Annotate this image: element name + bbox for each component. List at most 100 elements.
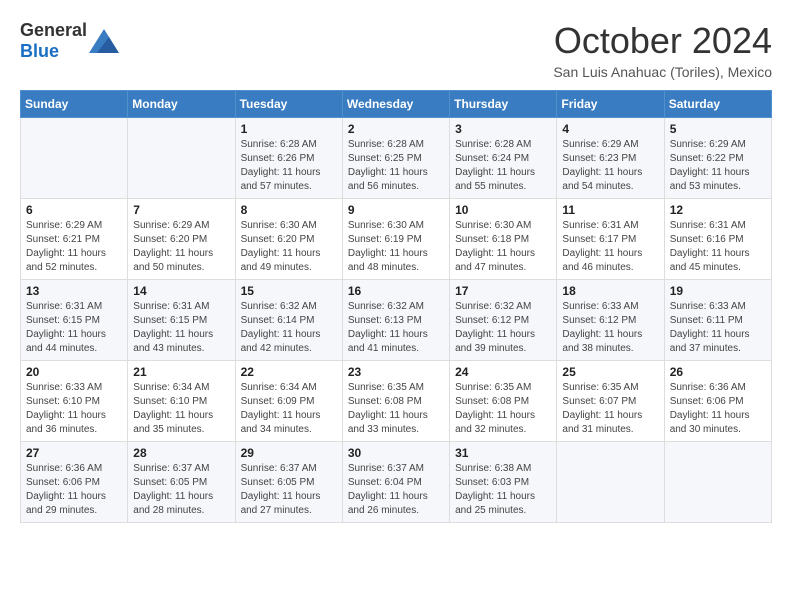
day-info: Sunrise: 6:32 AM Sunset: 6:14 PM Dayligh… [241,300,337,356]
day-info: Sunrise: 6:29 AM Sunset: 6:21 PM Dayligh… [26,219,122,275]
day-info: Sunrise: 6:37 AM Sunset: 6:05 PM Dayligh… [241,462,337,518]
calendar-cell: 21 Sunrise: 6:34 AM Sunset: 6:10 PM Dayli… [128,361,235,442]
day-info: Sunrise: 6:37 AM Sunset: 6:05 PM Dayligh… [133,462,229,518]
calendar-cell [21,118,128,199]
logo-general: General [20,20,87,40]
day-info: Sunrise: 6:34 AM Sunset: 6:10 PM Dayligh… [133,381,229,437]
calendar-cell: 17 Sunrise: 6:32 AM Sunset: 6:12 PM Dayli… [450,280,557,361]
day-number: 8 [241,203,337,217]
day-number: 14 [133,284,229,298]
calendar-header-wednesday: Wednesday [342,91,449,118]
day-info: Sunrise: 6:34 AM Sunset: 6:09 PM Dayligh… [241,381,337,437]
calendar-cell: 7 Sunrise: 6:29 AM Sunset: 6:20 PM Daylig… [128,199,235,280]
calendar-header-saturday: Saturday [664,91,771,118]
day-number: 7 [133,203,229,217]
calendar-cell: 2 Sunrise: 6:28 AM Sunset: 6:25 PM Daylig… [342,118,449,199]
calendar-cell: 6Sunrise: 6:29 AM Sunset: 6:21 PM Daylig… [21,199,128,280]
day-info: Sunrise: 6:28 AM Sunset: 6:25 PM Dayligh… [348,138,444,194]
calendar-header-monday: Monday [128,91,235,118]
calendar-cell [664,442,771,523]
day-info: Sunrise: 6:31 AM Sunset: 6:15 PM Dayligh… [26,300,122,356]
calendar-cell: 30Sunrise: 6:37 AM Sunset: 6:04 PM Dayli… [342,442,449,523]
calendar-cell: 15Sunrise: 6:32 AM Sunset: 6:14 PM Dayli… [235,280,342,361]
calendar-cell: 31Sunrise: 6:38 AM Sunset: 6:03 PM Dayli… [450,442,557,523]
calendar-header-row: SundayMondayTuesdayWednesdayThursdayFrid… [21,91,772,118]
day-number: 30 [348,446,444,460]
calendar-cell [557,442,664,523]
calendar-cell: 10 Sunrise: 6:30 AM Sunset: 6:18 PM Dayli… [450,199,557,280]
day-info: Sunrise: 6:38 AM Sunset: 6:03 PM Dayligh… [455,462,551,518]
calendar-week-row: 27 Sunrise: 6:36 AM Sunset: 6:06 PM Dayli… [21,442,772,523]
calendar-cell: 20Sunrise: 6:33 AM Sunset: 6:10 PM Dayli… [21,361,128,442]
day-info: Sunrise: 6:32 AM Sunset: 6:12 PM Dayligh… [455,300,551,356]
day-info: Sunrise: 6:29 AM Sunset: 6:23 PM Dayligh… [562,138,658,194]
day-number: 3 [455,122,551,136]
calendar-table: SundayMondayTuesdayWednesdayThursdayFrid… [20,90,772,523]
day-info: Sunrise: 6:36 AM Sunset: 6:06 PM Dayligh… [670,381,766,437]
calendar-cell: 26 Sunrise: 6:36 AM Sunset: 6:06 PM Dayli… [664,361,771,442]
calendar-cell [128,118,235,199]
calendar-cell: 24 Sunrise: 6:35 AM Sunset: 6:08 PM Dayli… [450,361,557,442]
day-number: 5 [670,122,766,136]
calendar-cell: 14 Sunrise: 6:31 AM Sunset: 6:15 PM Dayli… [128,280,235,361]
calendar-header-sunday: Sunday [21,91,128,118]
day-number: 10 [455,203,551,217]
header: General Blue October 2024 San Luis Anahu… [20,20,772,80]
day-number: 16 [348,284,444,298]
day-info: Sunrise: 6:33 AM Sunset: 6:11 PM Dayligh… [670,300,766,356]
calendar-cell: 29Sunrise: 6:37 AM Sunset: 6:05 PM Dayli… [235,442,342,523]
day-info: Sunrise: 6:30 AM Sunset: 6:18 PM Dayligh… [455,219,551,275]
day-info: Sunrise: 6:29 AM Sunset: 6:20 PM Dayligh… [133,219,229,275]
day-number: 13 [26,284,122,298]
day-info: Sunrise: 6:35 AM Sunset: 6:08 PM Dayligh… [455,381,551,437]
day-number: 9 [348,203,444,217]
calendar-cell: 16 Sunrise: 6:32 AM Sunset: 6:13 PM Dayli… [342,280,449,361]
logo: General Blue [20,20,119,62]
calendar-cell: 11Sunrise: 6:31 AM Sunset: 6:17 PM Dayli… [557,199,664,280]
calendar-header-thursday: Thursday [450,91,557,118]
day-number: 1 [241,122,337,136]
day-info: Sunrise: 6:31 AM Sunset: 6:17 PM Dayligh… [562,219,658,275]
day-number: 12 [670,203,766,217]
day-number: 18 [562,284,658,298]
day-number: 27 [26,446,122,460]
calendar-week-row: 6Sunrise: 6:29 AM Sunset: 6:21 PM Daylig… [21,199,772,280]
day-number: 17 [455,284,551,298]
day-info: Sunrise: 6:31 AM Sunset: 6:15 PM Dayligh… [133,300,229,356]
day-info: Sunrise: 6:30 AM Sunset: 6:19 PM Dayligh… [348,219,444,275]
day-info: Sunrise: 6:28 AM Sunset: 6:26 PM Dayligh… [241,138,337,194]
calendar-week-row: 1 Sunrise: 6:28 AM Sunset: 6:26 PM Daylig… [21,118,772,199]
day-number: 21 [133,365,229,379]
day-info: Sunrise: 6:35 AM Sunset: 6:07 PM Dayligh… [562,381,658,437]
day-number: 26 [670,365,766,379]
day-number: 22 [241,365,337,379]
title-area: October 2024 San Luis Anahuac (Toriles),… [553,20,772,80]
day-info: Sunrise: 6:32 AM Sunset: 6:13 PM Dayligh… [348,300,444,356]
calendar-cell: 23 Sunrise: 6:35 AM Sunset: 6:08 PM Dayli… [342,361,449,442]
day-number: 19 [670,284,766,298]
calendar-cell: 5 Sunrise: 6:29 AM Sunset: 6:22 PM Daylig… [664,118,771,199]
day-info: Sunrise: 6:35 AM Sunset: 6:08 PM Dayligh… [348,381,444,437]
calendar-week-row: 13 Sunrise: 6:31 AM Sunset: 6:15 PM Dayli… [21,280,772,361]
day-number: 25 [562,365,658,379]
calendar-cell: 22 Sunrise: 6:34 AM Sunset: 6:09 PM Dayli… [235,361,342,442]
calendar-cell: 3 Sunrise: 6:28 AM Sunset: 6:24 PM Daylig… [450,118,557,199]
day-number: 23 [348,365,444,379]
day-info: Sunrise: 6:30 AM Sunset: 6:20 PM Dayligh… [241,219,337,275]
calendar-cell: 27 Sunrise: 6:36 AM Sunset: 6:06 PM Dayli… [21,442,128,523]
day-info: Sunrise: 6:29 AM Sunset: 6:22 PM Dayligh… [670,138,766,194]
calendar-cell: 8 Sunrise: 6:30 AM Sunset: 6:20 PM Daylig… [235,199,342,280]
calendar-cell: 19 Sunrise: 6:33 AM Sunset: 6:11 PM Dayli… [664,280,771,361]
day-info: Sunrise: 6:36 AM Sunset: 6:06 PM Dayligh… [26,462,122,518]
logo-icon [89,29,119,53]
day-number: 24 [455,365,551,379]
day-info: Sunrise: 6:31 AM Sunset: 6:16 PM Dayligh… [670,219,766,275]
calendar-cell: 9 Sunrise: 6:30 AM Sunset: 6:19 PM Daylig… [342,199,449,280]
day-info: Sunrise: 6:33 AM Sunset: 6:10 PM Dayligh… [26,381,122,437]
day-info: Sunrise: 6:28 AM Sunset: 6:24 PM Dayligh… [455,138,551,194]
day-number: 4 [562,122,658,136]
calendar-cell: 1 Sunrise: 6:28 AM Sunset: 6:26 PM Daylig… [235,118,342,199]
day-number: 28 [133,446,229,460]
calendar-week-row: 20Sunrise: 6:33 AM Sunset: 6:10 PM Dayli… [21,361,772,442]
day-number: 2 [348,122,444,136]
